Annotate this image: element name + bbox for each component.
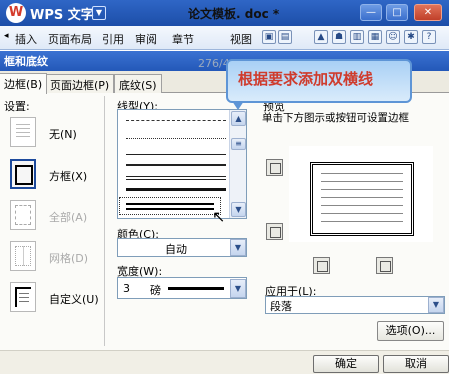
setting-custom-label: 自定义(U) [49,293,99,306]
annotation-callout-tail [232,101,244,110]
apply-to-value: 段落 [270,300,292,313]
save-icon[interactable]: ▣ [262,30,276,44]
style-dash[interactable] [126,120,226,121]
preview-page[interactable] [310,162,414,236]
style-thin-solid[interactable] [126,154,226,155]
setting-custom-icon [10,282,36,312]
width-unit: 磅 [150,284,161,297]
setting-all[interactable]: 全部(A) [10,200,100,236]
menu-insert[interactable]: 插入 [15,31,37,47]
setting-box[interactable]: 方框(X) [10,159,100,195]
menu-view[interactable]: 视图 [230,31,252,47]
setting-box-icon [10,159,36,189]
setting-none-label: 无(N) [49,128,77,141]
image-icon[interactable]: ▦ [368,30,382,44]
mouse-cursor-icon: ↖ [212,207,226,226]
dialog-title: 框和底纹 [4,55,48,68]
border-top-button[interactable] [266,159,283,176]
ribbon-scroll-left-icon[interactable]: ◂ [4,31,9,41]
setting-all-label: 全部(A) [49,211,88,224]
settings-icon[interactable]: ✱ [404,30,418,44]
scroll-up-icon[interactable]: ▲ [231,111,246,126]
width-sample-line [168,287,224,290]
style-double-thin[interactable] [126,176,226,180]
tab-border[interactable]: 边框(B) [0,73,48,94]
setting-all-icon [10,200,36,230]
apply-to-select[interactable]: ▼ [265,296,445,314]
app-name[interactable]: WPS 文字 [30,4,94,23]
scroll-thumb[interactable]: ≡ [231,138,246,150]
wps-logo-icon[interactable]: W [6,3,26,23]
width-dropdown-icon[interactable]: ▼ [230,279,246,298]
separator [104,96,105,346]
close-button[interactable]: ✕ [414,4,442,21]
style-thick-solid[interactable] [126,188,226,191]
setting-label: 设置: [4,100,30,113]
print-icon[interactable]: ▤ [278,30,292,44]
tab-page-border[interactable]: 页面边框(P) [45,74,115,93]
color-dropdown-icon[interactable]: ▼ [230,239,246,256]
cancel-button[interactable]: 取消 [383,355,449,373]
options-button[interactable]: 选项(O)... [377,321,444,341]
setting-grid-label: 网格(D) [49,252,89,265]
app-menu-arrow-icon[interactable]: ▼ [92,6,106,20]
setting-custom[interactable]: 自定义(U) [10,282,100,318]
border-bottom-button[interactable] [266,223,283,240]
preview-hint: 单击下方图示或按钮可设置边框 [262,112,409,124]
ok-button[interactable]: 确定 [313,355,379,373]
border-right-button[interactable] [376,257,393,274]
help-icon[interactable]: ? [422,30,436,44]
scroll-down-icon[interactable]: ▼ [231,202,246,217]
setting-box-label: 方框(X) [49,170,88,183]
setting-grid-icon [10,241,36,271]
setting-none[interactable]: 无(N) [10,117,100,153]
color-value: 自动 [165,243,187,256]
collapse-ribbon-icon[interactable]: ▲ [314,30,328,44]
style-dash-dot[interactable] [126,138,226,139]
user-icon[interactable]: ☺ [386,30,400,44]
menu-references[interactable]: 引用 [102,31,124,47]
maximize-button[interactable]: □ [386,4,408,21]
document-title: 论文模板. doc * [188,7,280,21]
style-medium-solid[interactable] [126,164,226,166]
tab-shading[interactable]: 底纹(S) [114,74,162,93]
style-selected-double[interactable] [119,197,221,215]
border-left-button[interactable] [313,257,330,274]
menu-sections[interactable]: 章节 [172,31,194,47]
menu-review[interactable]: 审阅 [135,31,157,47]
annotation-text: 根据要求添加双横线 [238,70,374,88]
apply-dropdown-icon[interactable]: ▼ [428,297,444,313]
line-style-scrollbar[interactable]: ▲ ≡ ▼ [229,110,246,218]
setting-none-icon [10,117,36,147]
setting-grid[interactable]: 网格(D) [10,241,100,277]
skin-icon[interactable]: ☗ [332,30,346,44]
dialog-button-bar [0,350,449,374]
menu-page-layout[interactable]: 页面布局 [48,31,92,47]
minimize-button[interactable]: — [360,4,382,21]
width-value: 3 [123,282,130,295]
format-icon[interactable]: ▥ [350,30,364,44]
